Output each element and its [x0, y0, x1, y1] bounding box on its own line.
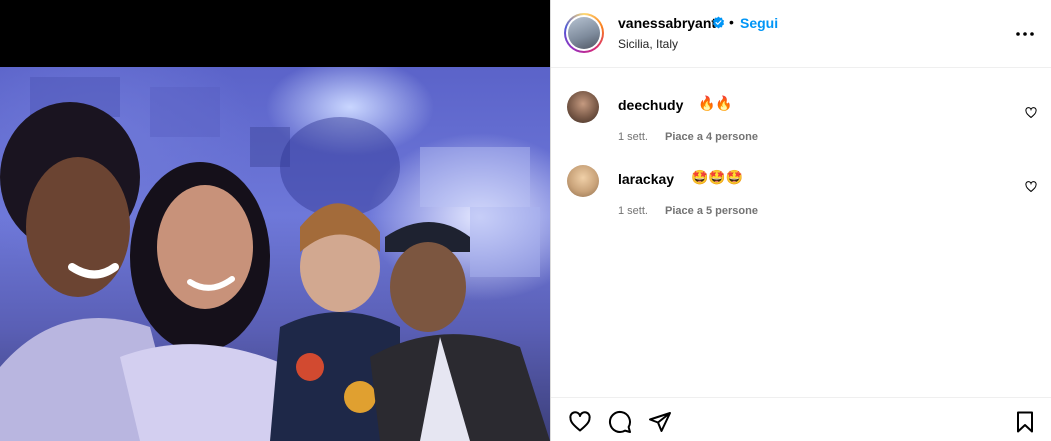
post-location[interactable]: Sicilia, Italy [618, 37, 678, 51]
post-media [0, 0, 550, 441]
follow-button[interactable]: Segui [740, 15, 778, 31]
comment-likes[interactable]: Piace a 4 persone [665, 131, 758, 143]
post-photo[interactable] [0, 67, 550, 441]
comment-text: 🔥🔥 [698, 95, 733, 111]
comment-time[interactable]: 1 sett. [618, 131, 648, 143]
comment-likes[interactable]: Piace a 5 persone [665, 205, 758, 217]
photo-scene [0, 77, 550, 441]
comment-like-icon[interactable] [1025, 107, 1037, 119]
comment-icon[interactable] [608, 410, 632, 434]
comment-avatar[interactable] [567, 165, 599, 197]
share-icon[interactable] [648, 410, 672, 434]
more-options-icon[interactable] [1013, 24, 1037, 44]
author-avatar[interactable] [564, 13, 604, 53]
comment-like-icon[interactable] [1025, 181, 1037, 193]
comment-text: 🤩🤩🤩 [691, 169, 744, 185]
comment-username[interactable]: larackay [618, 171, 674, 187]
verified-badge-icon [712, 16, 725, 29]
separator-dot: • [729, 14, 734, 30]
post-sidebar: vanessabryant • Segui Sicilia, Italy dee… [550, 0, 1051, 441]
post-action-bar [551, 397, 1051, 441]
post-header: vanessabryant • Segui Sicilia, Italy [551, 0, 1051, 68]
comment-meta: 1 sett. Piace a 5 persone [618, 205, 772, 217]
comment-item: larackay 🤩🤩🤩 1 sett. Piace a 5 persone [567, 165, 1037, 225]
author-username[interactable]: vanessabryant [618, 15, 716, 31]
comment-item: deechudy 🔥🔥 1 sett. Piace a 4 persone [567, 91, 1037, 151]
comment-meta: 1 sett. Piace a 4 persone [618, 131, 772, 143]
comment-username[interactable]: deechudy [618, 97, 683, 113]
save-icon[interactable] [1013, 410, 1037, 434]
like-icon[interactable] [568, 410, 592, 434]
comment-avatar[interactable] [567, 91, 599, 123]
comment-time[interactable]: 1 sett. [618, 205, 648, 217]
